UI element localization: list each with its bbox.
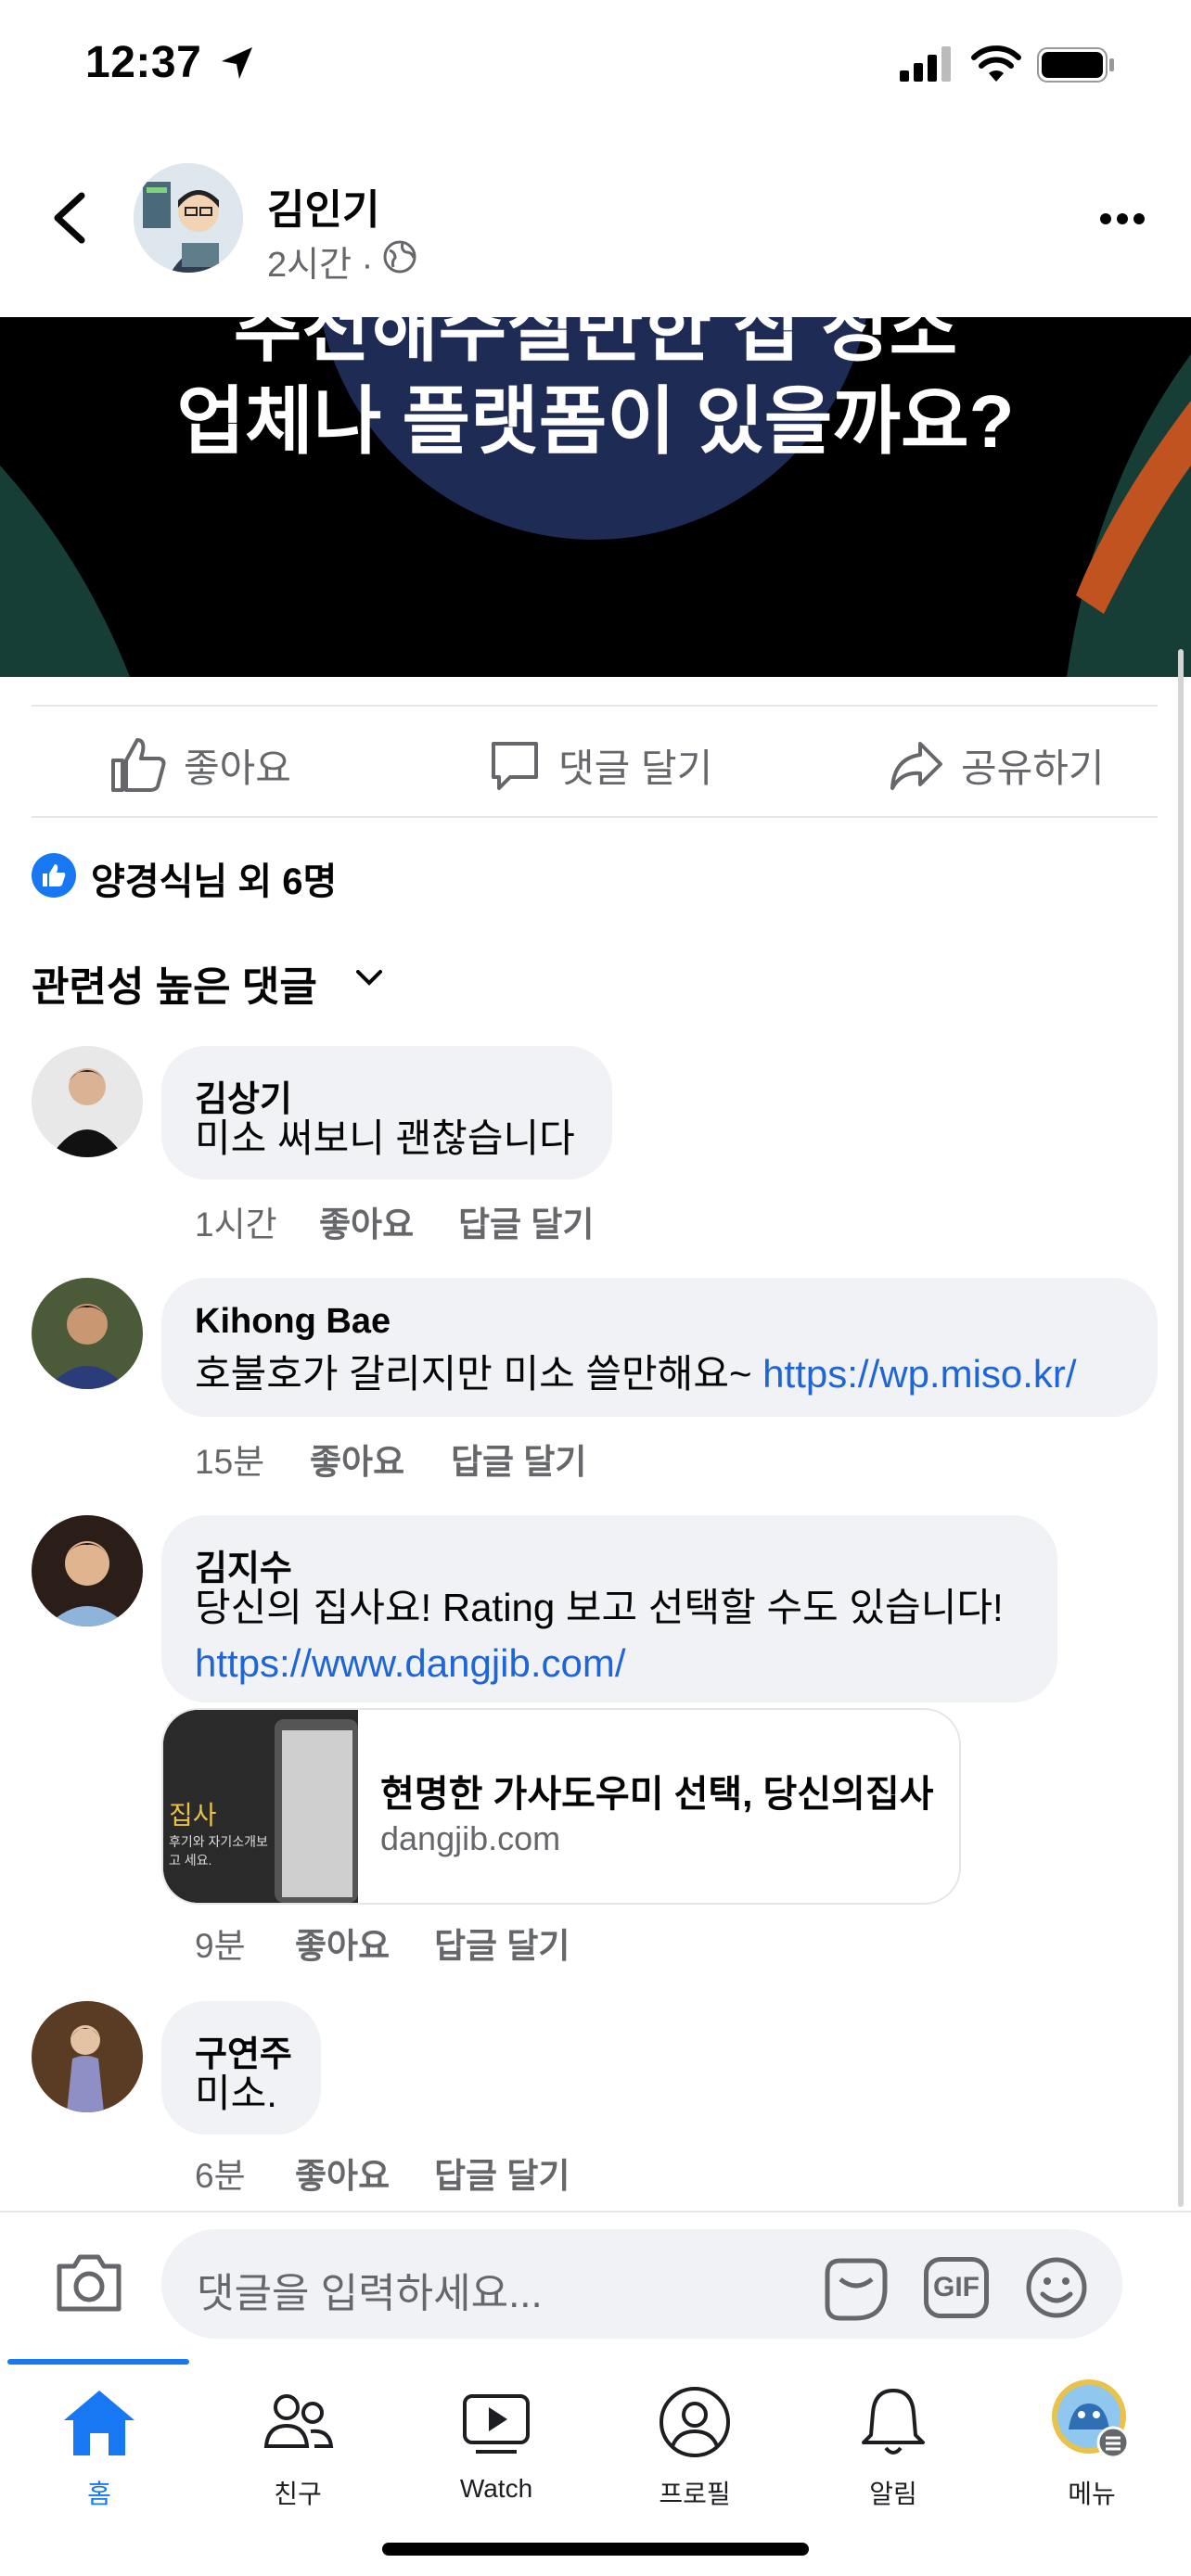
more-options-icon[interactable]: [1098, 211, 1146, 226]
comment-input-placeholder: 댓글을 입력하세요...: [197, 2271, 543, 2316]
link-preview-domain: dangjib.com: [380, 1819, 561, 1857]
comment-time[interactable]: 1시간: [195, 1196, 277, 1246]
comment-bubble[interactable]: 김지수 당신의 집사요! Rating 보고 선택할 수도 있습니다! http…: [161, 1515, 1057, 1702]
share-button[interactable]: 공유하기: [889, 733, 1105, 797]
comment-text: 당신의 집사요! Rating 보고 선택할 수도 있습니다!: [195, 1586, 1004, 1629]
comment-like-button[interactable]: 좋아요: [295, 2148, 390, 2198]
comment-time[interactable]: 9분: [195, 1918, 246, 1968]
comment-label: 댓글 달기: [558, 746, 713, 790]
comment-link[interactable]: https://wp.miso.kr/: [762, 1352, 1076, 1396]
gif-icon[interactable]: GIF: [924, 2257, 989, 2318]
tab-label: 친구: [274, 2480, 322, 2508]
post-image[interactable]: 추천해주실만한 집 청소 업체나 플랫폼이 있을까요?: [0, 317, 1191, 677]
post-timestamp[interactable]: 2시간 ·: [267, 236, 373, 287]
back-chevron-icon[interactable]: [48, 190, 89, 246]
reaction-summary[interactable]: 양경식님 외 6명: [91, 851, 337, 905]
sticker-icon[interactable]: [822, 2255, 890, 2322]
menu-avatar-icon: [1052, 2379, 1130, 2459]
link-preview-title: 현명한 가사도우미 선택, 당신의집사: [380, 1774, 934, 1815]
active-tab-indicator: [7, 2359, 189, 2365]
tab-label: 홈: [87, 2480, 111, 2508]
bell-icon: [862, 2389, 925, 2455]
tab-notifications[interactable]: 알림: [794, 2374, 992, 2508]
comment-reply-button[interactable]: 답글 달기: [451, 1434, 586, 1484]
author-avatar[interactable]: [134, 163, 243, 273]
tab-menu[interactable]: 메뉴: [992, 2374, 1191, 2508]
status-time: 12:37: [85, 38, 202, 87]
thumb-text: 집사: [169, 1801, 217, 1830]
link-preview-thumbnail: 집사 후기와 자기소개보고 세요.: [163, 1710, 358, 1903]
tab-home[interactable]: 홈: [0, 2374, 198, 2508]
comment-reply-button[interactable]: 답글 달기: [458, 1196, 594, 1246]
like-label: 좋아요: [184, 746, 291, 790]
comment-time[interactable]: 6분: [195, 2148, 246, 2198]
comment-like-button[interactable]: 좋아요: [310, 1434, 404, 1484]
scroll-indicator: [1178, 649, 1184, 2207]
comment-icon: [492, 742, 538, 790]
comment-reply-button[interactable]: 답글 달기: [434, 1918, 570, 1968]
commenter-avatar[interactable]: [32, 2001, 143, 2112]
like-reaction-icon: [32, 853, 76, 898]
comment-text: 미소.: [195, 2072, 277, 2115]
comment-reply-button[interactable]: 답글 달기: [434, 2148, 570, 2198]
thumb-subtext: 후기와 자기소개보고 세요.: [169, 1834, 268, 1868]
share-label: 공유하기: [961, 746, 1105, 790]
comment-bubble[interactable]: 구연주 미소.: [161, 2001, 321, 2135]
author-name[interactable]: 김인기: [267, 176, 379, 236]
wifi-icon: [971, 45, 1021, 82]
comment-text: 미소 써보니 괜찮습니다: [195, 1116, 575, 1160]
comment-like-button[interactable]: 좋아요: [319, 1196, 414, 1246]
comment-like-button[interactable]: 좋아요: [295, 1918, 390, 1968]
comment-text: 호불호가 갈리지만 미소 쓸만해요~: [195, 1352, 763, 1396]
comment-bubble[interactable]: 김상기 미소 써보니 괜찮습니다: [161, 1046, 612, 1180]
commenter-name[interactable]: Kihong Bae: [195, 1302, 391, 1342]
home-indicator: [382, 2543, 809, 2556]
comment-button[interactable]: 댓글 달기: [488, 733, 712, 797]
watch-icon: [463, 2394, 530, 2454]
friends-icon: [263, 2394, 334, 2448]
emoji-icon[interactable]: [1024, 2255, 1089, 2320]
tab-watch[interactable]: Watch: [397, 2374, 596, 2503]
comment-bubble[interactable]: Kihong Bae 호불호가 갈리지만 미소 쓸만해요~ https://wp…: [161, 1278, 1158, 1417]
tab-label: Watch: [459, 2474, 533, 2503]
divider: [32, 816, 1158, 818]
tab-label: 프로필: [659, 2480, 731, 2508]
share-icon: [890, 742, 942, 790]
like-button[interactable]: 좋아요: [109, 733, 291, 797]
commenter-avatar[interactable]: [32, 1046, 143, 1157]
tab-label: 알림: [869, 2480, 917, 2508]
tab-profile[interactable]: 프로필: [596, 2374, 794, 2508]
comment-link[interactable]: https://www.dangjib.com/: [195, 1636, 626, 1691]
divider: [32, 705, 1158, 707]
thumbs-up-icon: [111, 738, 166, 792]
chevron-down-icon[interactable]: [354, 968, 384, 988]
location-arrow-icon: [222, 47, 252, 79]
commenter-avatar[interactable]: [32, 1278, 143, 1389]
link-preview-card[interactable]: 집사 후기와 자기소개보고 세요. 현명한 가사도우미 선택, 당신의집사 da…: [161, 1708, 961, 1905]
banner-text-line2: 업체나 플랫폼이 있을까요?: [176, 380, 1015, 463]
comment-sort-label[interactable]: 관련성 높은 댓글: [32, 953, 317, 1013]
tab-label: 메뉴: [1068, 2480, 1116, 2508]
battery-icon: [1037, 47, 1114, 83]
camera-icon[interactable]: [54, 2251, 124, 2315]
signal-icon: [900, 46, 951, 82]
commenter-avatar[interactable]: [32, 1515, 143, 1626]
comment-time[interactable]: 15분: [195, 1434, 264, 1484]
globe-icon: [383, 240, 416, 274]
home-icon: [64, 2391, 134, 2455]
profile-icon: [660, 2387, 730, 2457]
tab-friends[interactable]: 친구: [198, 2374, 397, 2508]
